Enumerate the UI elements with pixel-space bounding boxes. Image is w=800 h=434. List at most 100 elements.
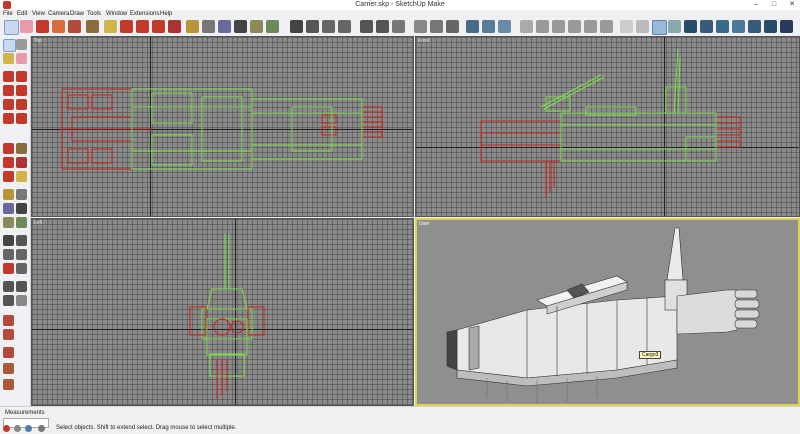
smoove-icon[interactable]: [3, 347, 14, 358]
line-tool-icon[interactable]: [3, 71, 14, 82]
rectangle-tool-icon[interactable]: [3, 85, 14, 96]
sandbox-from-contours-icon[interactable]: [3, 315, 14, 326]
line-icon[interactable]: [36, 20, 49, 33]
3d-text-tool-icon[interactable]: [16, 217, 27, 228]
viewport-top[interactable]: Top: [31, 36, 414, 217]
xray-icon[interactable]: [620, 20, 633, 33]
scale-tool-icon[interactable]: [3, 171, 14, 182]
walk-tool-icon[interactable]: [3, 295, 14, 306]
menu-view[interactable]: View: [32, 10, 45, 18]
arc-tool-icon[interactable]: [3, 113, 14, 124]
eraser-icon[interactable]: [20, 20, 33, 33]
pie-icon[interactable]: [16, 113, 27, 124]
shaded-icon[interactable]: [668, 20, 681, 33]
menu-help[interactable]: Help: [160, 10, 172, 18]
offset-tool-icon[interactable]: [16, 171, 27, 182]
section-plane-icon[interactable]: [414, 20, 427, 33]
user-icon[interactable]: [25, 425, 32, 432]
help-icon[interactable]: [38, 425, 45, 432]
3d-text-icon[interactable]: [266, 20, 279, 33]
select-tool-icon[interactable]: [3, 39, 16, 52]
protractor-tool-icon[interactable]: [3, 203, 14, 214]
menu-tools[interactable]: Tools: [87, 10, 101, 18]
section-plane-tool-icon[interactable]: [16, 295, 27, 306]
menu-edit[interactable]: Edit: [17, 10, 27, 18]
walk-icon[interactable]: [360, 20, 373, 33]
circle-icon[interactable]: [3, 99, 14, 110]
sandbox-from-scratch-icon[interactable]: [3, 329, 14, 340]
text-tool-icon[interactable]: [16, 203, 27, 214]
scale-icon[interactable]: [152, 20, 165, 33]
orbit-tool-icon[interactable]: [3, 235, 14, 246]
viewport-front[interactable]: Front: [415, 36, 800, 217]
shaded-textures-icon[interactable]: [684, 20, 697, 33]
tape-tool-icon[interactable]: [3, 189, 14, 200]
zoom-icon[interactable]: [322, 20, 335, 33]
section-cut-icon[interactable]: [446, 20, 459, 33]
extension-warehouse-icon[interactable]: [498, 20, 511, 33]
menu-camera[interactable]: Camera: [48, 10, 69, 18]
protractor-icon[interactable]: [218, 20, 231, 33]
pan-tool-icon[interactable]: [16, 235, 27, 246]
zoom-tool-icon[interactable]: [3, 249, 14, 260]
right-view-icon[interactable]: [568, 20, 581, 33]
dimension-icon[interactable]: [202, 20, 215, 33]
axes-icon[interactable]: [250, 20, 263, 33]
dimension-tool-icon[interactable]: [16, 189, 27, 200]
geo-location-icon[interactable]: [3, 425, 10, 432]
follow-me-icon[interactable]: [168, 20, 181, 33]
offset-icon[interactable]: [104, 20, 117, 33]
orbit-icon[interactable]: [290, 20, 303, 33]
back-view-icon[interactable]: [584, 20, 597, 33]
stamp-icon[interactable]: [3, 363, 14, 374]
iso-view-icon[interactable]: [520, 20, 533, 33]
push-pull-icon[interactable]: [86, 20, 99, 33]
maximize-button[interactable]: □: [766, 0, 782, 10]
move-tool-icon[interactable]: [3, 143, 14, 154]
credits-icon[interactable]: [14, 425, 21, 432]
components-icon[interactable]: [732, 20, 745, 33]
rotated-rectangle-icon[interactable]: [16, 85, 27, 96]
wireframe-icon[interactable]: [636, 20, 649, 33]
layer-icon[interactable]: [716, 20, 729, 33]
select-icon[interactable]: [4, 20, 19, 35]
zoom-extents-icon[interactable]: [338, 20, 351, 33]
hidden-line-icon[interactable]: [652, 20, 667, 35]
push-pull-tool-icon[interactable]: [16, 143, 27, 154]
move-icon[interactable]: [120, 20, 133, 33]
look-around-icon[interactable]: [376, 20, 389, 33]
close-button[interactable]: ✕: [784, 0, 800, 10]
warehouse-icon[interactable]: [466, 20, 479, 33]
menu-file[interactable]: File: [3, 10, 13, 18]
shape-icon[interactable]: [68, 20, 81, 33]
menu-window[interactable]: Window: [106, 10, 127, 18]
zoom-window-icon[interactable]: [16, 249, 27, 260]
menu-draw[interactable]: Draw: [70, 10, 84, 18]
pan-icon[interactable]: [306, 20, 319, 33]
share-model-icon[interactable]: [482, 20, 495, 33]
rotate-icon[interactable]: [136, 20, 149, 33]
previous-view-icon[interactable]: [3, 263, 14, 274]
monochrome-icon[interactable]: [700, 20, 713, 33]
paint-bucket-icon[interactable]: [3, 53, 14, 64]
front-view-icon[interactable]: [552, 20, 565, 33]
eraser-tool-icon[interactable]: [16, 53, 27, 64]
polygon-icon[interactable]: [16, 99, 27, 110]
text-icon[interactable]: [234, 20, 247, 33]
viewport-user[interactable]: User Cargo3: [415, 218, 800, 406]
rotate-tool-icon[interactable]: [3, 157, 14, 168]
drape-icon[interactable]: [3, 379, 14, 390]
follow-me-tool-icon[interactable]: [16, 157, 27, 168]
section-display-icon[interactable]: [430, 20, 443, 33]
menu-extensions[interactable]: Extensions: [130, 10, 159, 18]
left-view-icon[interactable]: [600, 20, 613, 33]
position-camera-icon[interactable]: [392, 20, 405, 33]
position-camera-tool-icon[interactable]: [3, 281, 14, 292]
scenes-icon[interactable]: [764, 20, 777, 33]
axes-tool-icon[interactable]: [3, 217, 14, 228]
outliner-icon[interactable]: [780, 20, 793, 33]
viewport-left[interactable]: Left: [31, 218, 414, 406]
arc-icon[interactable]: [52, 20, 65, 33]
minimize-button[interactable]: –: [748, 0, 764, 10]
freehand-icon[interactable]: [16, 71, 27, 82]
